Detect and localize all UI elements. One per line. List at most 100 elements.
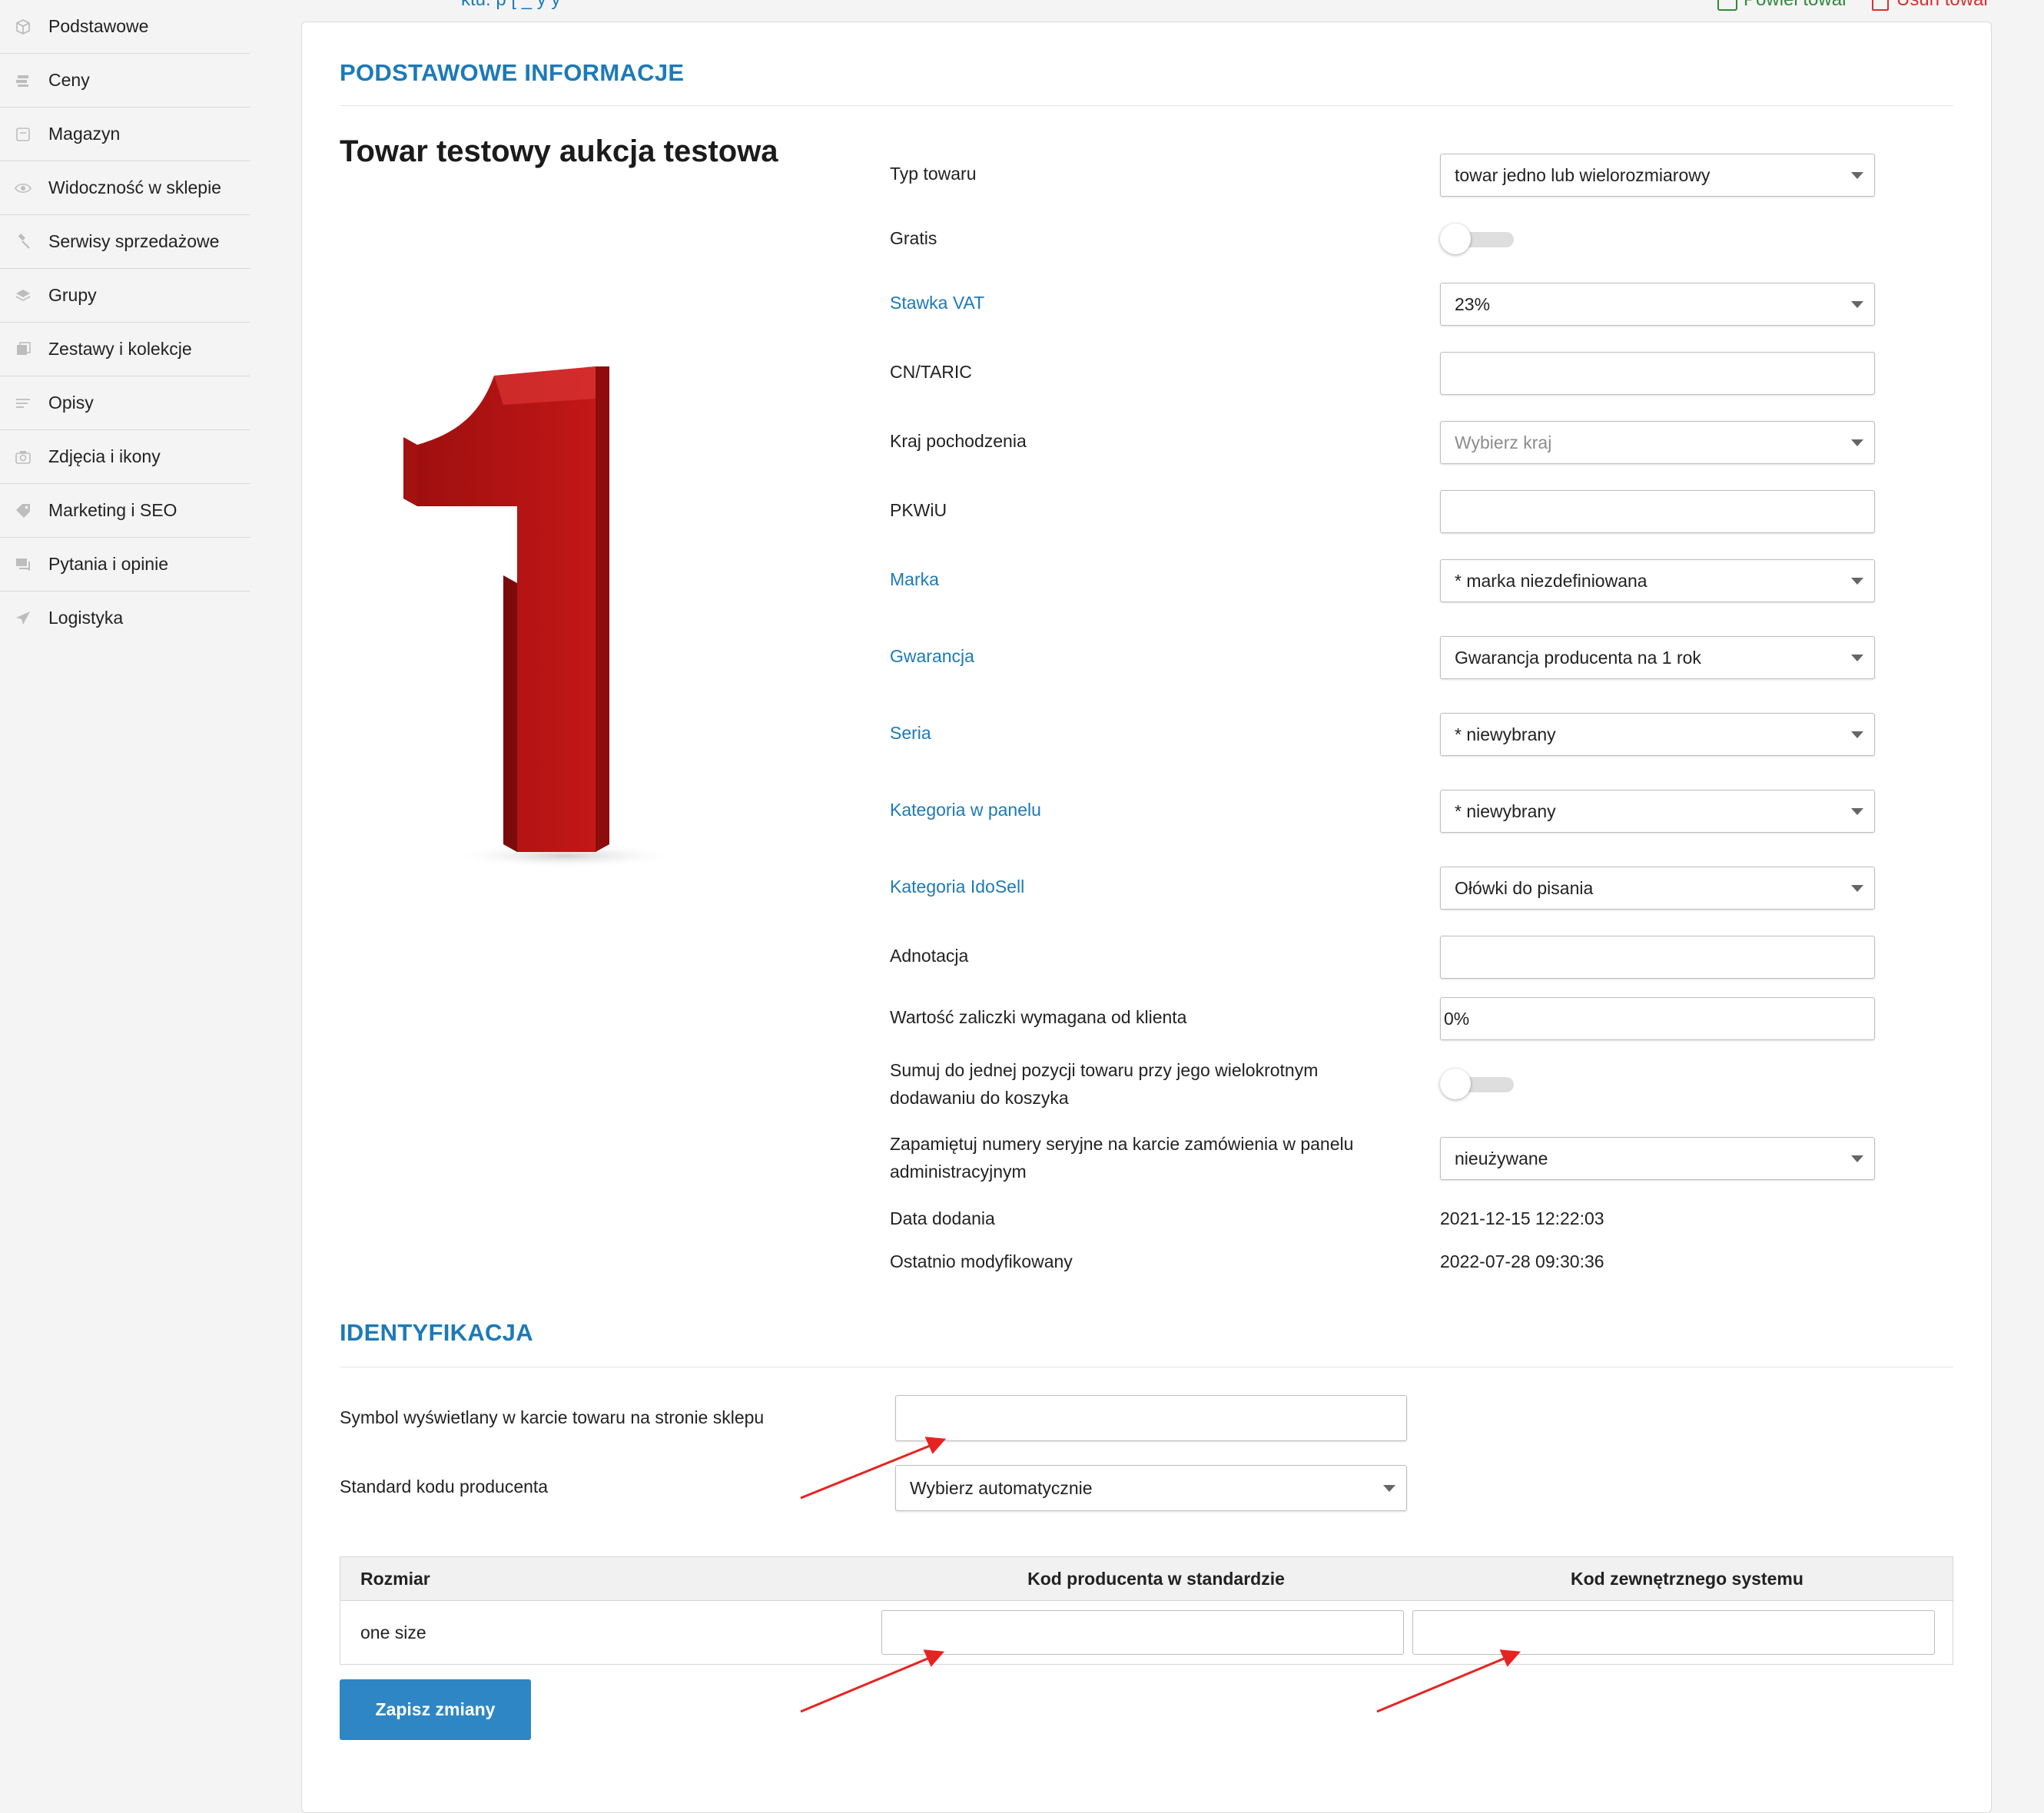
kategoria-panel-label[interactable]: Kategoria w panelu [890, 796, 1041, 824]
collection-icon [17, 341, 31, 355]
marka-label[interactable]: Marka [890, 565, 939, 593]
data-dodania-label: Data dodania [890, 1208, 995, 1228]
sidebar-item-marketing[interactable]: Marketing i SEO [0, 484, 250, 538]
save-button[interactable]: Zapisz zmiany [340, 1679, 531, 1740]
typ-towaru-select[interactable]: towar jedno lub wielorozmiarowy [1440, 154, 1875, 197]
stawka-vat-label[interactable]: Stawka VAT [890, 289, 984, 317]
duplicate-product-link[interactable]: Powiel towar [1717, 0, 1848, 11]
sidebar-item-magazyn[interactable]: Magazyn [0, 108, 250, 161]
sidebar-item-label: Zestawy i kolekcje [48, 339, 192, 359]
serial-label-line2: administracyjnym [890, 1162, 1027, 1182]
symbol-input[interactable] [895, 1395, 1407, 1441]
delete-product-link[interactable]: Usuń towar [1872, 0, 1989, 11]
pkwiu-input[interactable] [1440, 490, 1875, 533]
chevron-down-icon [1383, 1485, 1395, 1492]
column-header-kod-producenta: Kod producenta w standardzie [891, 1556, 1422, 1601]
sidebar: Podstawowe Ceny Magazyn Widoczność w skl… [0, 0, 250, 645]
sidebar-item-logistyka[interactable]: Logistyka [0, 592, 250, 645]
sidebar-item-label: Marketing i SEO [48, 500, 178, 520]
pkwiu-label: PKWiU [890, 500, 947, 520]
symbol-label: Symbol wyświetlany w karcie towaru na st… [340, 1407, 765, 1427]
product-title: Towar testowy aukcja testowa [340, 134, 778, 168]
camera-icon [15, 450, 31, 464]
seria-label[interactable]: Seria [890, 719, 931, 747]
serial-select[interactable]: nieużywane [1440, 1137, 1875, 1180]
trash-icon [1872, 0, 1889, 11]
sidebar-item-podstawowe[interactable]: Podstawowe [0, 0, 250, 54]
kategoria-panel-select[interactable]: * niewybrany [1440, 790, 1875, 833]
product-image[interactable]: 1 [403, 353, 680, 890]
sidebar-item-ceny[interactable]: Ceny [0, 54, 250, 108]
kategoria-idosell-select[interactable]: Ołówki do pisania [1440, 867, 1875, 910]
sidebar-item-widocznosc[interactable]: Widoczność w sklepie [0, 161, 250, 215]
sidebar-item-serwisy[interactable]: Serwisy sprzedażowe [0, 215, 250, 269]
sidebar-item-grupy[interactable]: Grupy [0, 269, 250, 323]
sumuj-label-line1: Sumuj do jednej pozycji towaru przy jego… [890, 1060, 1319, 1080]
stawka-vat-select[interactable]: 23% [1440, 283, 1875, 326]
sidebar-item-label: Logistyka [48, 608, 124, 628]
plane-icon [16, 611, 30, 625]
producer-code-input[interactable] [881, 1610, 1405, 1655]
sidebar-item-label: Serwisy sprzedażowe [48, 231, 220, 251]
chevron-down-icon [1851, 578, 1863, 585]
price-icon [16, 75, 28, 87]
kraj-pochodzenia-select[interactable]: Wybierz kraj [1440, 421, 1875, 464]
cn-taric-input[interactable] [1440, 352, 1875, 395]
seria-value: * niewybrany [1455, 724, 1556, 744]
external-code-input[interactable] [1412, 1610, 1935, 1655]
divider [340, 105, 1953, 106]
duplicate-product-label: Powiel towar [1744, 0, 1848, 10]
product-edit-card: PODSTAWOWE INFORMACJE Towar testowy aukc… [301, 22, 1992, 1813]
zaliczka-input[interactable]: 0% [1440, 997, 1875, 1040]
data-dodania-value: 2021-12-15 12:22:03 [1440, 1208, 1604, 1228]
sidebar-item-opisy[interactable]: Opisy [0, 376, 250, 430]
standard-kodu-select[interactable]: Wybierz automatycznie [895, 1465, 1407, 1511]
sumuj-label-line2: dodawaniu do koszyka [890, 1088, 1069, 1108]
standard-kodu-value: Wybierz automatycznie [910, 1478, 1093, 1498]
cn-taric-label: CN/TARIC [890, 362, 972, 382]
gavel-icon [18, 233, 30, 249]
column-header-kod-zewnetrzny: Kod zewnętrznego systemu [1421, 1556, 1953, 1601]
producer-code-cell [881, 1601, 1422, 1665]
toggle-knob [1440, 1069, 1471, 1099]
external-code-cell [1412, 1601, 1953, 1665]
gwarancja-select[interactable]: Gwarancja producenta na 1 rok [1440, 636, 1875, 679]
sidebar-item-label: Opisy [48, 393, 94, 413]
chevron-down-icon [1851, 301, 1863, 308]
gratis-toggle[interactable] [1440, 224, 1514, 254]
gratis-label: Gratis [890, 228, 937, 248]
adnotacja-input[interactable] [1440, 936, 1875, 979]
serial-value: nieużywane [1455, 1148, 1548, 1168]
toggle-knob [1440, 224, 1471, 254]
chevron-down-icon [1851, 439, 1863, 446]
tag-icon [16, 503, 30, 518]
marka-value: * marka niezdefiniowana [1455, 571, 1647, 591]
cube-icon [16, 18, 30, 35]
kategoria-idosell-label[interactable]: Kategoria IdoSell [890, 873, 1024, 900]
chat-icon [16, 558, 30, 571]
sumuj-toggle[interactable] [1440, 1069, 1514, 1099]
chevron-down-icon [1851, 731, 1863, 738]
modyfikowany-value: 2022-07-28 09:30:36 [1440, 1251, 1604, 1271]
sidebar-item-pytania[interactable]: Pytania i opinie [0, 538, 250, 592]
top-breadcrumb-link[interactable]: ktu: p [ _ y y [461, 0, 560, 11]
kategoria-panel-value: * niewybrany [1455, 801, 1556, 821]
sidebar-item-label: Pytania i opinie [48, 554, 168, 574]
kraj-pochodzenia-label: Kraj pochodzenia [890, 431, 1027, 451]
sidebar-item-label: Widoczność w sklepie [48, 177, 221, 197]
sidebar-item-zestawy[interactable]: Zestawy i kolekcje [0, 323, 250, 376]
gwarancja-label[interactable]: Gwarancja [890, 642, 974, 670]
chevron-down-icon [1851, 1155, 1863, 1162]
red-number-image: 1 [403, 366, 680, 883]
serial-label-line1: Zapamiętuj numery seryjne na karcie zamó… [890, 1134, 1354, 1154]
section-title-basic: PODSTAWOWE INFORMACJE [340, 59, 685, 86]
sidebar-item-zdjecia[interactable]: Zdjęcia i ikony [0, 430, 250, 484]
table-row: one size [340, 1601, 1953, 1665]
marka-select[interactable]: * marka niezdefiniowana [1440, 559, 1875, 602]
chevron-down-icon [1851, 885, 1863, 892]
stawka-vat-value: 23% [1455, 294, 1491, 314]
typ-towaru-label: Typ towaru [890, 164, 977, 184]
sizes-table: Rozmiar Kod producenta w standardzie Kod… [340, 1556, 1953, 1665]
layers-icon [15, 289, 31, 301]
seria-select[interactable]: * niewybrany [1440, 713, 1875, 756]
